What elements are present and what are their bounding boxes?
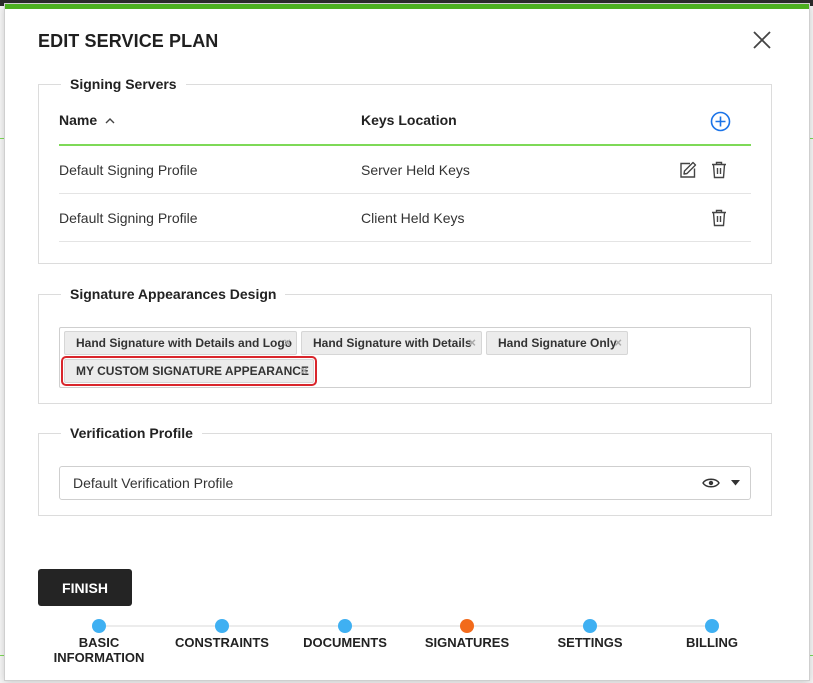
remove-tag-icon[interactable]: ×: [614, 332, 622, 354]
step-dot-active: [460, 619, 474, 633]
signature-appearances-section: Signature Appearances Design Hand Signat…: [38, 286, 772, 404]
row-name: Default Signing Profile: [59, 210, 198, 226]
signature-appearances-legend: Signature Appearances Design: [70, 286, 277, 302]
verification-profile-section: Verification Profile Default Verificatio…: [38, 425, 772, 516]
tag-chip-highlighted: MY CUSTOM SIGNATURE APPEARANCE ×: [61, 356, 317, 386]
tag-label: MY CUSTOM SIGNATURE APPEARANCE: [76, 364, 309, 378]
dialog-title: EDIT SERVICE PLAN: [38, 31, 219, 51]
step-dot: [338, 619, 352, 633]
add-circle-icon[interactable]: [710, 111, 731, 132]
step-signatures[interactable]: SIGNATURES: [397, 617, 537, 650]
tag-chip: Hand Signature with Details and Logo ×: [64, 331, 297, 355]
column-header-name[interactable]: Name: [59, 112, 115, 128]
step-label: DOCUMENTS: [303, 635, 387, 650]
verification-profile-value: Default Verification Profile: [73, 475, 234, 491]
column-header-keys-location[interactable]: Keys Location: [361, 112, 457, 128]
step-constraints[interactable]: CONSTRAINTS: [152, 617, 292, 650]
tag-chip: Hand Signature with Details ×: [301, 331, 482, 355]
step-settings[interactable]: SETTINGS: [520, 617, 660, 650]
tag-label: Hand Signature with Details: [313, 336, 472, 350]
verification-profile-legend: Verification Profile: [70, 425, 193, 441]
remove-tag-icon[interactable]: ×: [300, 360, 308, 382]
step-dot: [583, 619, 597, 633]
tag-label: Hand Signature Only: [498, 336, 617, 350]
row-keys-location: Client Held Keys: [361, 210, 465, 226]
step-label: SIGNATURES: [424, 635, 510, 650]
step-label: CONSTRAINTS: [175, 635, 269, 650]
background-divider: [809, 138, 813, 139]
background-divider: [809, 655, 813, 656]
signing-servers-legend: Signing Servers: [70, 76, 177, 92]
row-keys-location: Server Held Keys: [361, 162, 470, 178]
tag-chip: Hand Signature Only ×: [486, 331, 628, 355]
step-documents[interactable]: DOCUMENTS: [275, 617, 415, 650]
row-divider: [59, 193, 751, 194]
header-divider: [59, 144, 751, 146]
column-header-name-label: Name: [59, 112, 98, 128]
edit-icon[interactable]: [678, 160, 698, 180]
step-label: BILLING: [686, 635, 738, 650]
trash-icon[interactable]: [709, 208, 729, 228]
chevron-down-icon[interactable]: [731, 480, 740, 486]
row-name: Default Signing Profile: [59, 162, 198, 178]
step-label: SETTINGS: [557, 635, 623, 650]
remove-tag-icon[interactable]: ×: [283, 332, 291, 354]
finish-button[interactable]: FINISH: [38, 569, 132, 606]
signing-servers-section: Signing Servers Name Keys Location Defau…: [38, 76, 772, 264]
step-billing[interactable]: BILLING: [642, 617, 782, 650]
step-dot: [705, 619, 719, 633]
remove-tag-icon[interactable]: ×: [468, 332, 476, 354]
sort-ascending-icon: [105, 118, 115, 124]
step-dot: [215, 619, 229, 633]
trash-icon[interactable]: [709, 160, 729, 180]
step-dot: [92, 619, 106, 633]
wizard-stepper: BASIC INFORMATION CONSTRAINTS DOCUMENTS …: [5, 617, 809, 677]
step-basic-information[interactable]: BASIC INFORMATION: [29, 617, 169, 665]
step-label: BASIC INFORMATION: [53, 635, 145, 665]
signature-appearances-multiselect[interactable]: Hand Signature with Details and Logo × H…: [59, 327, 751, 388]
edit-service-plan-dialog: EDIT SERVICE PLAN Signing Servers Name K…: [5, 4, 809, 680]
close-icon[interactable]: [751, 29, 773, 51]
row-divider: [59, 241, 751, 242]
eye-icon[interactable]: [702, 476, 720, 490]
tag-label: Hand Signature with Details and Logo: [76, 336, 293, 350]
verification-profile-select[interactable]: Default Verification Profile: [59, 466, 751, 500]
